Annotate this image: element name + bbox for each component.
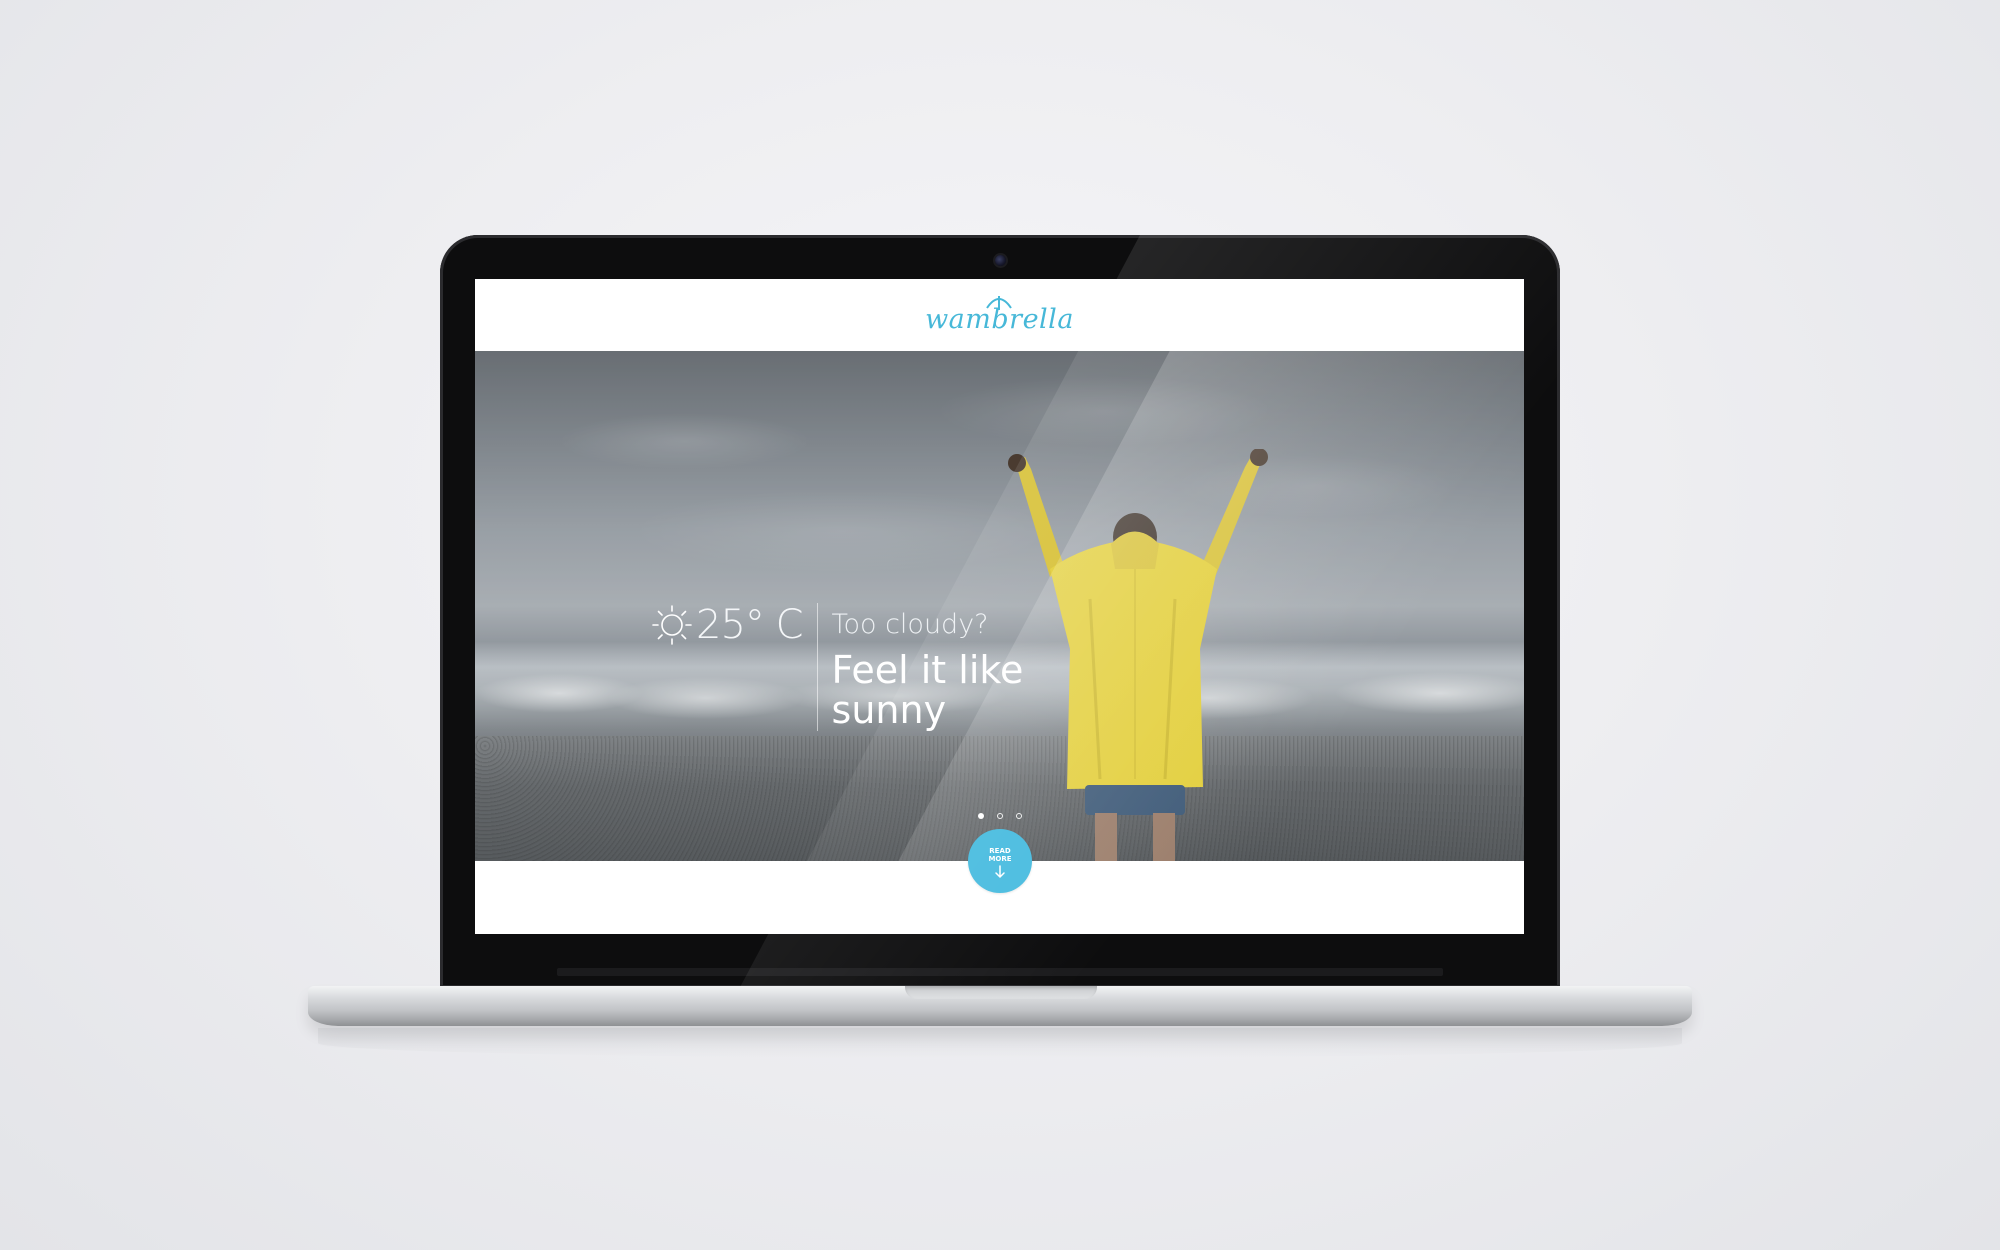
temperature-readout: 25° C — [696, 602, 804, 648]
read-more-button[interactable]: READ MORE — [968, 829, 1032, 893]
weather-widget: 25° C — [650, 602, 817, 648]
bezel-hinge — [557, 968, 1443, 976]
sun-icon — [652, 605, 692, 645]
hero-banner: 25° C Too cloudy? Feel it like sunny — [475, 351, 1524, 861]
site-logo[interactable]: wambrella — [925, 295, 1074, 335]
hero-content: 25° C Too cloudy? Feel it like sunny — [650, 602, 1072, 731]
arrow-down-icon — [995, 865, 1005, 878]
laptop-base — [308, 986, 1692, 1026]
carousel-indicators — [475, 813, 1524, 819]
base-reflection — [318, 1028, 1682, 1058]
carousel-dot-2[interactable] — [996, 813, 1003, 819]
site-header: wambrella — [475, 279, 1524, 351]
hero-tagline: Too cloudy? Feel it like sunny — [818, 603, 1072, 730]
carousel-dot-1[interactable] — [977, 813, 984, 819]
read-more-label: READ MORE — [988, 847, 1012, 863]
website-screen: wambrella 25° C Too cloudy? Feel it like… — [475, 279, 1524, 934]
umbrella-icon — [986, 295, 1013, 310]
tagline-headline: Feel it like sunny — [831, 648, 1024, 732]
tagline-question: Too cloudy? — [831, 609, 989, 640]
lid-opening-notch — [905, 986, 1097, 999]
laptop-lid: wambrella 25° C Too cloudy? Feel it like… — [440, 235, 1560, 988]
carousel-dot-3[interactable] — [1015, 813, 1022, 819]
webcam — [995, 255, 1006, 266]
